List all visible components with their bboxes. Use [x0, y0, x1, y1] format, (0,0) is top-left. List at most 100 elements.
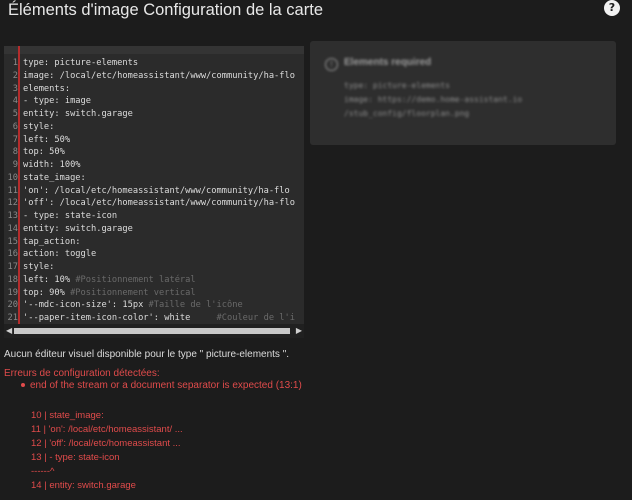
preview-line: type: picture-elements [344, 81, 450, 90]
code-content: - type: state-icon [23, 211, 118, 221]
snippet-line: 13 | - type: state-icon [31, 452, 120, 463]
code-text: style: [23, 121, 54, 134]
line-number: 15 [7, 236, 18, 247]
code-line[interactable]: 20 '--mdc-icon-size': 15px #Taille de l'i… [4, 299, 304, 312]
code-text: left: 10% #Positionnement latéral [23, 274, 196, 287]
snippet-line: 10 | state_image: [31, 410, 104, 421]
code-line[interactable]: 9 width: 100% [4, 159, 304, 172]
code-line[interactable]: 6 style: [4, 121, 304, 134]
code-text: - type: image [23, 95, 91, 108]
line-number: 3 [12, 83, 18, 94]
line-number: 4 [12, 96, 18, 107]
line-number: 14 [7, 223, 18, 234]
code-content: - type: image [23, 96, 91, 107]
code-text: '--mdc-icon-size': 15px #Taille de l'icô… [23, 299, 243, 312]
line-number: 2 [12, 70, 18, 81]
code-content: '--mdc-icon-size': 15px [23, 300, 149, 311]
code-line[interactable]: 15 tap_action: [4, 236, 304, 249]
code-content: 'on': /local/etc/homeassistant/www/commu… [23, 185, 290, 196]
code-line[interactable]: 1 type: picture-elements [4, 57, 304, 70]
error-bullet [21, 383, 25, 387]
code-line[interactable]: 19 top: 90% #Positionnement vertical [4, 287, 304, 300]
code-content: style: [23, 121, 55, 132]
line-number: 21 [7, 313, 18, 323]
code-text: width: 100% [23, 159, 81, 172]
code-line[interactable]: 16 action: toggle [4, 248, 304, 261]
code-text: - type: state-icon [23, 210, 117, 223]
code-line[interactable]: 12 'off': /local/etc/homeassistant/www/co… [4, 197, 304, 210]
code-line[interactable]: 5 entity: switch.garage [4, 108, 304, 121]
code-text: elements: [23, 83, 70, 96]
code-line[interactable]: 3 elements: [4, 83, 304, 96]
line-number: 8 [12, 147, 18, 158]
error-snippet: 10 | state_image: 11 | 'on': /local/etc/… [31, 409, 183, 493]
code-content: '--paper-item-icon-color': white [23, 313, 217, 323]
line-number: 13 [7, 211, 18, 221]
snippet-line: 11 | 'on': /local/etc/homeassistant/ ... [31, 424, 183, 435]
code-content: style: [23, 262, 55, 272]
code-content: entity: switch.garage [23, 223, 133, 234]
code-content: width: 100% [23, 160, 81, 170]
line-number: 6 [12, 121, 18, 132]
code-text: tap_action: [23, 236, 81, 249]
code-content: left: 50% [23, 134, 71, 145]
code-comment: #Taille de l'icône [148, 300, 243, 311]
editor-top-bar [4, 46, 304, 54]
error-message: end of the stream or a document separato… [30, 380, 302, 391]
snippet-line: 14 | entity: switch.garage [31, 480, 136, 491]
code-content: type: picture-elements [23, 58, 139, 68]
line-number: 1 [12, 58, 18, 68]
code-content: state_image: [23, 172, 86, 183]
code-content: top: 90% [23, 287, 71, 298]
horizontal-scrollbar[interactable]: ◀ ▶ [4, 324, 304, 338]
code-text: entity: switch.garage [23, 223, 133, 236]
code-line[interactable]: 2 image: /local/etc/homeassistant/www/com… [4, 70, 304, 83]
info-icon: ! [325, 58, 338, 71]
line-number: 16 [7, 249, 18, 260]
code-text: top: 90% #Positionnement vertical [23, 287, 196, 300]
help-icon[interactable]: ? [604, 0, 620, 16]
code-line[interactable]: 14 entity: switch.garage [4, 223, 304, 236]
code-line[interactable]: 4 - type: image [4, 95, 304, 108]
line-number: 20 [7, 300, 18, 311]
preview-line: image: https://demo.home-assistant.io [344, 95, 523, 104]
card-preview: ! Elements required type: picture-elemen… [310, 41, 616, 145]
code-content: top: 50% [23, 147, 65, 158]
code-editor[interactable]: 1 type: picture-elements 2 image: /local/et… [4, 46, 304, 338]
code-line[interactable]: 13 - type: state-icon [4, 210, 304, 223]
scrollbar-thumb[interactable] [14, 328, 290, 334]
code-comment: #Couleur de l'i [216, 313, 295, 323]
line-number: 17 [7, 262, 18, 272]
code-text: left: 50% [23, 134, 70, 147]
snippet-line: ------^ [31, 466, 55, 477]
code-content: tap_action: [23, 236, 81, 247]
code-line[interactable]: 21 '--paper-item-icon-color': white #Coul… [4, 312, 304, 325]
code-comment: #Positionnement vertical [70, 287, 196, 298]
code-comment: #Positionnement latéral [75, 274, 196, 285]
scroll-right-icon[interactable]: ▶ [296, 326, 302, 335]
code-content: elements: [23, 83, 71, 94]
scroll-left-icon[interactable]: ◀ [6, 326, 12, 335]
code-text: action: toggle [23, 248, 96, 261]
line-number: 11 [7, 185, 18, 196]
code-content: image: /local/etc/homeassistant/www/comm… [23, 70, 295, 81]
code-line[interactable]: 10 state_image: [4, 172, 304, 185]
code-content: left: 10% [23, 274, 76, 285]
code-line[interactable]: 8 top: 50% [4, 146, 304, 159]
code-line[interactable]: 11 'on': /local/etc/homeassistant/www/com… [4, 185, 304, 198]
code-text: '--paper-item-icon-color': white #Couleu… [23, 312, 295, 325]
code-text: top: 50% [23, 146, 65, 159]
preview-line: /stub_config/floorplan.png [344, 109, 470, 118]
line-number: 9 [12, 160, 18, 170]
no-visual-editor-message: Aucun éditeur visuel disponible pour le … [4, 349, 290, 360]
errors-title: Erreurs de configuration détectées: [4, 368, 160, 379]
code-line[interactable]: 17 style: [4, 261, 304, 274]
line-number: 10 [7, 172, 18, 183]
code-line[interactable]: 7 left: 50% [4, 134, 304, 147]
code-text: style: [23, 261, 54, 274]
code-lines[interactable]: 1 type: picture-elements 2 image: /local/et… [4, 57, 304, 325]
line-number: 12 [7, 198, 18, 209]
code-content: entity: switch.garage [23, 109, 133, 119]
code-line[interactable]: 18 left: 10% #Positionnement latéral [4, 274, 304, 287]
line-number: 18 [7, 274, 18, 285]
